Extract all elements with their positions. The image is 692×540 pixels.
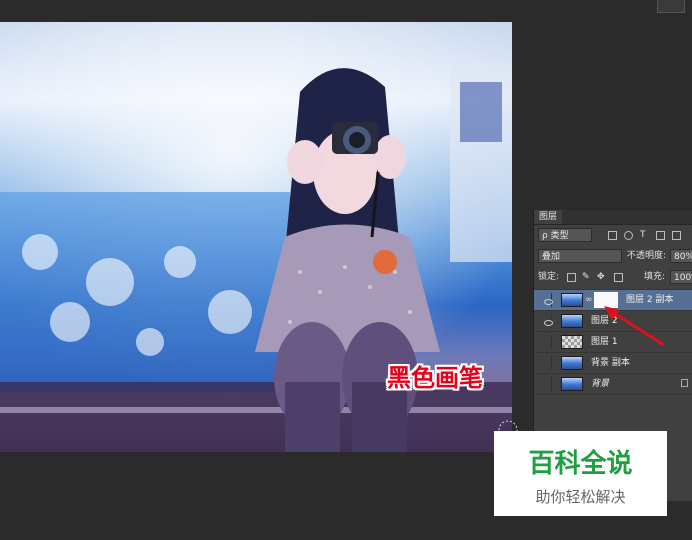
visibility-toggle[interactable] — [538, 356, 552, 370]
lock-icon — [681, 379, 688, 387]
panel-tabbar: 图层 — [534, 210, 692, 225]
opacity-input[interactable]: 80% — [670, 249, 692, 263]
visibility-toggle[interactable] — [538, 335, 552, 349]
filter-pixel-icon[interactable] — [608, 231, 617, 240]
lock-position-icon[interactable]: ✥ — [597, 270, 605, 284]
filter-smartobject-icon[interactable] — [672, 231, 681, 240]
layer-thumbnail — [561, 335, 583, 349]
lock-transparent-icon[interactable] — [567, 273, 576, 282]
layer-thumbnail — [561, 377, 583, 391]
layer-row[interactable]: 背景 副本 — [534, 352, 692, 373]
watermark-logo: 百科全说 助你轻松解决 — [494, 431, 667, 516]
eye-icon — [544, 320, 553, 326]
layer-name: 图层 2 副本 — [626, 295, 674, 305]
lock-row: 锁定: ✎ ✥ 填充: 100% — [534, 268, 692, 288]
eye-icon — [544, 299, 553, 305]
filter-type-icon[interactable]: T — [640, 228, 646, 242]
layer-thumbnail — [561, 314, 583, 328]
lock-all-icon[interactable] — [614, 273, 623, 282]
fill-input[interactable]: 100% — [670, 270, 692, 284]
layer-name: 图层 2 — [591, 316, 618, 326]
layer-row[interactable]: ∞ 图层 2 副本 — [534, 289, 692, 310]
layer-name: 图层 1 — [591, 337, 618, 347]
window-corner-icon[interactable] — [657, 0, 685, 13]
layer-row[interactable]: 图层 1 — [534, 331, 692, 352]
fill-label: 填充: — [644, 272, 666, 282]
visibility-toggle[interactable] — [538, 314, 553, 328]
layer-thumbnail — [561, 293, 583, 307]
layer-name: 背景 副本 — [591, 358, 630, 368]
lock-label: 锁定: — [538, 272, 560, 282]
layer-mask-thumbnail[interactable] — [594, 292, 618, 308]
visibility-toggle[interactable] — [538, 377, 552, 391]
tab-layers[interactable]: 图层 — [534, 210, 563, 224]
opacity-label: 不透明度: — [627, 251, 667, 261]
layer-row[interactable]: 图层 2 — [534, 310, 692, 331]
chain-link-icon[interactable]: ∞ — [585, 293, 593, 307]
overlay-caption: 黑色画笔 — [387, 364, 483, 392]
filter-shape-icon[interactable] — [656, 231, 665, 240]
blend-row: 叠加 不透明度: 80% — [534, 247, 692, 267]
filter-adjustment-icon[interactable] — [624, 231, 633, 240]
visibility-toggle[interactable] — [538, 293, 553, 307]
filter-kind-select[interactable]: ρ 类型 — [538, 228, 592, 242]
layer-name: 背景 — [591, 379, 610, 389]
layer-thumbnail — [561, 356, 583, 370]
layer-row[interactable]: 背景 — [534, 373, 692, 394]
lock-pixels-icon[interactable]: ✎ — [582, 270, 590, 284]
watermark-title: 百科全说 — [528, 449, 633, 479]
watermark-subtitle: 助你轻松解决 — [535, 488, 626, 506]
blend-mode-select[interactable]: 叠加 — [538, 249, 622, 263]
filter-row: ρ 类型 T — [534, 226, 692, 246]
